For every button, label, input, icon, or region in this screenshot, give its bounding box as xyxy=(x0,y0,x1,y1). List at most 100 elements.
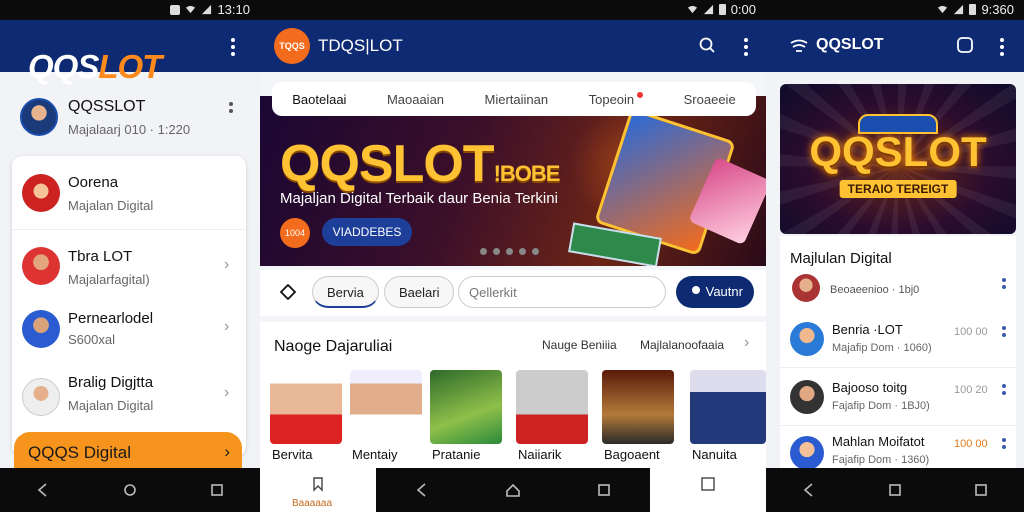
system-nav-bar xyxy=(0,468,260,512)
image-icon xyxy=(170,4,181,15)
avatar xyxy=(22,310,60,348)
wave-logo-icon xyxy=(790,39,808,52)
profile-more-icon[interactable] xyxy=(229,102,233,116)
more-menu-icon[interactable] xyxy=(744,38,748,59)
more-menu-icon[interactable] xyxy=(1002,438,1006,452)
location-icon xyxy=(692,286,700,294)
app-title: QQSLOT xyxy=(816,36,884,53)
list-header: Majlulan Digital xyxy=(790,250,892,267)
app-logo: QQSLOT xyxy=(28,48,162,85)
thumbnail-label: Naiiarik xyxy=(518,447,562,462)
content-thumbnail[interactable] xyxy=(690,370,766,444)
banner-title: QQSLOT!BOBE xyxy=(280,135,560,193)
list-item[interactable]: Oorena Majalan Digital xyxy=(12,156,246,230)
search-button[interactable]: Vautnr xyxy=(676,276,754,308)
back-icon[interactable] xyxy=(801,482,817,498)
banner-tagline: TERAIO TEREIGT xyxy=(839,180,957,198)
home-icon[interactable] xyxy=(973,482,989,498)
content-thumbnail[interactable] xyxy=(270,370,342,444)
list-item[interactable]: Bralig Digjtta Majalan Digital › xyxy=(12,362,246,432)
content-thumbnail[interactable] xyxy=(602,370,674,444)
more-menu-icon[interactable] xyxy=(1002,326,1006,340)
home-icon[interactable] xyxy=(505,482,521,498)
chevron-right-icon: › xyxy=(224,256,230,273)
banner-cta-button[interactable]: VIADDEBES xyxy=(322,218,412,246)
content-section: Naoge Dajaruliai Nauge Beniiia Majlalano… xyxy=(260,322,766,468)
app-icon: TQQS xyxy=(274,28,310,64)
system-nav-bar xyxy=(766,468,1024,512)
wifi-icon xyxy=(938,5,948,14)
more-menu-icon[interactable] xyxy=(1000,38,1004,59)
status-icons: 13:10 xyxy=(170,2,250,17)
list-item[interactable]: Tbra LOT Majalarfagital) › xyxy=(12,230,246,296)
tab-1[interactable]: Baotelaai xyxy=(292,92,346,107)
avatar xyxy=(790,380,824,414)
filter-pill-2[interactable]: Baelari xyxy=(384,276,455,308)
content-thumbnail[interactable] xyxy=(516,370,588,444)
status-time: 13:10 xyxy=(217,2,250,17)
app-bar: QQSLOT xyxy=(766,20,1024,72)
section-link-2[interactable]: Majlalanoofaaia xyxy=(640,338,724,352)
avatar xyxy=(790,322,824,356)
recents-icon[interactable] xyxy=(887,482,903,498)
search-row: Bervia Baelari Vautnr xyxy=(260,270,766,316)
profile-header[interactable]: QQSSLOT Majalaarj 010 · 1:220 xyxy=(20,92,244,142)
banner-subtitle: Majaljan Digital Terbaik daur Benia Terk… xyxy=(280,190,558,207)
list-panel: Majlulan Digital Beoaeenioo · 1bj0 Benri… xyxy=(780,236,1016,470)
filter-pill-1[interactable]: Bervia xyxy=(312,276,379,308)
hero-banner[interactable]: QQSLOT!BOBE Majaljan Digital Terbaik dau… xyxy=(260,96,766,266)
filter-icon[interactable] xyxy=(280,284,296,300)
status-bar: 13:10 xyxy=(0,0,260,20)
back-icon[interactable] xyxy=(414,482,430,498)
bookmark-icon xyxy=(313,477,323,492)
content-thumbnail[interactable] xyxy=(350,370,422,444)
chevron-right-icon[interactable]: › xyxy=(744,334,749,352)
search-icon[interactable] xyxy=(698,36,716,54)
avatar xyxy=(22,174,60,212)
carousel-dots[interactable] xyxy=(480,248,539,255)
more-menu-icon[interactable] xyxy=(231,38,235,59)
chevron-right-icon: › xyxy=(224,318,230,335)
section-link-1[interactable]: Nauge Beniiia xyxy=(542,338,617,352)
notification-dot xyxy=(637,91,644,98)
back-icon[interactable] xyxy=(35,482,51,498)
status-time: 0:00 xyxy=(730,2,756,17)
list-item[interactable]: Pernearlodel S600xal › xyxy=(12,296,246,362)
list-item[interactable]: Benria ·LOT Majafip Dom · 1060) 100 00 xyxy=(780,312,1016,368)
item-title: Bajooso toitg xyxy=(832,380,908,395)
item-sub: Fajafip Dom · 1360) xyxy=(832,454,930,466)
signal-icon xyxy=(202,4,212,15)
tab-3[interactable]: Miertaiinan xyxy=(485,92,549,107)
tab-2[interactable]: Maoaaian xyxy=(387,92,444,107)
home-icon[interactable] xyxy=(122,482,138,498)
chat-icon[interactable] xyxy=(956,36,974,54)
avatar xyxy=(790,436,824,470)
recents-icon[interactable] xyxy=(209,482,225,498)
tab-4[interactable]: Topeoin xyxy=(589,91,644,107)
item-title: Benria ·LOT xyxy=(832,322,903,337)
avatar xyxy=(22,247,60,285)
item-sub: Majafip Dom · 1060) xyxy=(832,342,932,354)
more-menu-icon[interactable] xyxy=(1002,278,1006,292)
search-input[interactable] xyxy=(458,276,666,308)
item-title: Mahlan Moifatot xyxy=(832,434,925,449)
avatar xyxy=(20,98,58,136)
avatar xyxy=(22,378,60,416)
tab-5[interactable]: Sroaeeie xyxy=(684,92,736,107)
bottom-tab-home[interactable]: Baaaaaa xyxy=(260,468,376,512)
menu-card: Oorena Majalan Digital Tbra LOT Majalarf… xyxy=(12,156,246,456)
more-menu-icon[interactable] xyxy=(1002,384,1006,398)
item-value: 100 20 xyxy=(954,384,988,396)
thumbnail-label: Mentaiy xyxy=(352,447,398,462)
app-bar: QQSLOT xyxy=(0,20,260,85)
system-nav-bar xyxy=(376,468,650,512)
promo-banner[interactable]: QQSLOT TERAIO TEREIGT xyxy=(780,84,1016,234)
primary-action-button[interactable]: QQQS Digital › xyxy=(14,432,242,472)
status-icons: 0:00 xyxy=(687,2,756,17)
wifi-icon xyxy=(186,5,196,14)
banner-logo: QQSLOT xyxy=(809,128,987,175)
list-item[interactable]: Bajooso toitg Fajafip Dom · 1BJ0) 100 20 xyxy=(780,370,1016,426)
content-thumbnail[interactable] xyxy=(430,370,502,444)
recents-icon[interactable] xyxy=(596,482,612,498)
bottom-tab-more[interactable] xyxy=(650,468,766,512)
